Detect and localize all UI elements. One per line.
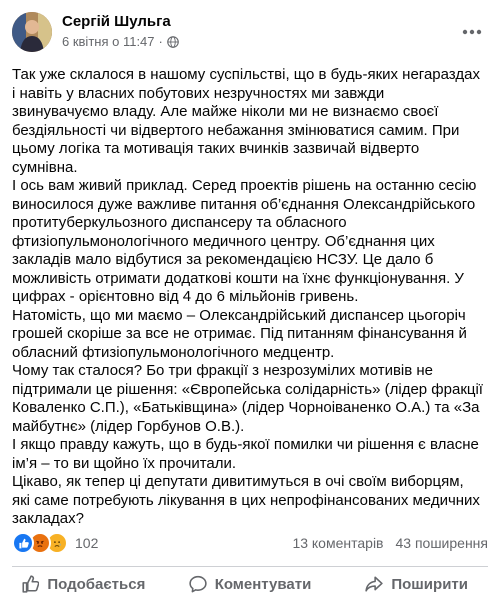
like-reaction-icon <box>12 532 34 554</box>
thumbs-up-icon <box>22 575 40 593</box>
avatar[interactable] <box>12 12 52 52</box>
globe-icon <box>167 35 179 48</box>
shares-count[interactable]: 43 поширення <box>396 535 489 551</box>
post-paragraph: І ось вам живий приклад. Серед проектів … <box>12 177 477 305</box>
like-label: Подобається <box>47 575 146 593</box>
facebook-post: Сергій Шульга 6 квітня о 11:47 · Так уже… <box>0 0 500 603</box>
meta-separator: · <box>158 34 163 49</box>
more-options-icon <box>462 29 482 35</box>
share-button[interactable]: Поширити <box>333 568 500 600</box>
post-paragraph: І якщо правду кажуть, що в будь-якої пом… <box>12 436 479 472</box>
reactions-count: 102 <box>75 535 99 551</box>
post-stats: 102 13 коментарів 43 поширення <box>12 532 488 554</box>
comment-bubble-icon <box>189 575 207 593</box>
comments-count[interactable]: 13 коментарів <box>292 535 383 551</box>
post-date[interactable]: 6 квітня о 11:47 <box>62 34 155 49</box>
divider <box>12 566 488 567</box>
post-text: Так уже склалося в нашому суспільстві, щ… <box>12 66 484 529</box>
post-paragraph: Натомість, що ми маємо – Олександрійськи… <box>12 306 467 361</box>
post-header: Сергій Шульга 6 квітня о 11:47 · <box>12 10 488 56</box>
post-paragraph: Цікаво, як тепер ці депутати дивитимутьс… <box>12 473 480 527</box>
comment-button[interactable]: Коментувати <box>167 568 334 600</box>
more-options-button[interactable] <box>458 18 486 46</box>
post-meta: 6 квітня о 11:47 · <box>62 34 179 49</box>
like-button[interactable]: Подобається <box>0 568 167 600</box>
share-arrow-icon <box>365 576 384 592</box>
post-actions: Подобається Коментувати Поширити <box>0 568 500 600</box>
comment-label: Коментувати <box>214 575 312 593</box>
post-paragraph: Чому так сталося? Бо три фракції з незро… <box>12 362 483 435</box>
reactions-summary[interactable]: 102 <box>12 532 98 554</box>
post-paragraph: Так уже склалося в нашому суспільстві, щ… <box>12 66 480 176</box>
engagement-counts: 13 коментарів 43 поширення <box>292 535 488 551</box>
author-name[interactable]: Сергій Шульга <box>62 13 171 30</box>
share-label: Поширити <box>391 575 468 593</box>
